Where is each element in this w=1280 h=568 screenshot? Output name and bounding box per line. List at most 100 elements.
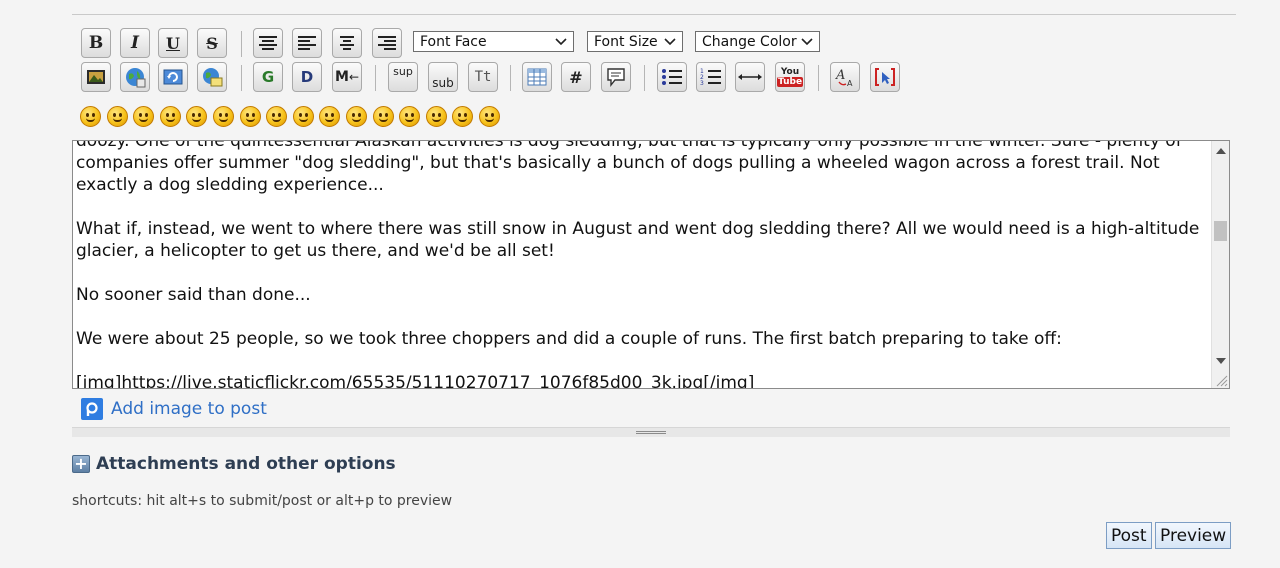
smiley-icon[interactable] <box>346 106 367 127</box>
more-button[interactable]: M ← <box>332 62 362 92</box>
align-middle-button[interactable] <box>332 28 362 58</box>
align-left-icon <box>298 36 316 50</box>
message-text[interactable]: doozy. One of the quintessential Alaskan… <box>76 141 1208 388</box>
google-button[interactable]: G <box>253 62 283 92</box>
table-button[interactable] <box>522 62 552 92</box>
table-icon <box>527 68 547 86</box>
add-image-label: Add image to post <box>111 399 267 419</box>
bulleted-list-button[interactable] <box>657 62 687 92</box>
add-image-link[interactable]: Add image to post <box>81 397 267 421</box>
hash-button[interactable]: # <box>561 62 591 92</box>
align-right-button[interactable] <box>372 28 402 58</box>
align-left-button[interactable] <box>292 28 322 58</box>
smiley-icon[interactable] <box>372 106 394 127</box>
svg-text:A: A <box>847 79 853 88</box>
scroll-up-arrow-icon[interactable] <box>1216 148 1226 154</box>
chevron-down-icon <box>555 37 567 45</box>
smiley-icon[interactable] <box>425 106 447 127</box>
link-button[interactable] <box>120 62 150 92</box>
spellcheck-button[interactable]: AA <box>830 62 860 92</box>
change-color-select[interactable]: Change Color <box>695 31 820 52</box>
superscript-icon: sup <box>393 65 413 78</box>
bold-button[interactable]: B <box>81 28 111 58</box>
align-center-button[interactable] <box>253 28 283 58</box>
youtube-tube-label: Tube <box>776 77 804 87</box>
preview-button[interactable]: Preview <box>1155 522 1232 549</box>
toolbar-separator <box>241 65 242 91</box>
subscript-button[interactable]: sub <box>428 62 458 92</box>
editor-scrollbar[interactable] <box>1211 141 1229 388</box>
font-face-label: Font Face <box>420 33 487 50</box>
underline-button[interactable]: U <box>158 28 188 58</box>
typewriter-icon: Tt <box>474 69 492 85</box>
typewriter-button[interactable]: Tt <box>468 62 498 92</box>
strikethrough-label: S <box>206 33 218 53</box>
smiley-icon[interactable] <box>186 106 208 127</box>
youtube-icon: You <box>780 67 800 77</box>
refresh-link-button[interactable] <box>158 62 188 92</box>
italic-button[interactable]: I <box>120 28 150 58</box>
chevron-down-icon <box>664 37 676 45</box>
subscript-icon: sub <box>432 76 454 90</box>
align-center-icon <box>259 36 277 50</box>
message-editor[interactable]: doozy. One of the quintessential Alaskan… <box>72 140 1230 389</box>
resize-handle-line <box>636 431 666 432</box>
smiley-icon[interactable] <box>106 106 128 127</box>
remove-format-icon <box>875 68 895 86</box>
chevron-down-icon <box>801 37 813 45</box>
top-divider <box>72 14 1236 15</box>
smiley-icon[interactable] <box>80 106 101 127</box>
youtube-button[interactable]: You Tube <box>775 62 805 92</box>
resize-handle-line <box>636 433 666 434</box>
expand-plus-icon: + <box>72 455 90 473</box>
change-color-label: Change Color <box>702 33 797 50</box>
smiley-icon[interactable] <box>399 106 421 127</box>
refresh-icon <box>163 69 183 85</box>
image-button[interactable] <box>81 62 111 92</box>
attachments-label: Attachments and other options <box>96 454 396 474</box>
numbered-list-button[interactable]: 123 <box>696 62 726 92</box>
svg-text:3: 3 <box>700 80 704 87</box>
font-face-select[interactable]: Font Face <box>413 31 574 52</box>
underline-label: U <box>166 33 180 53</box>
editor-resize-bar[interactable] <box>72 427 1230 437</box>
smiley-icon[interactable] <box>292 106 314 127</box>
smiley-icon[interactable] <box>319 106 341 127</box>
horizontal-rule-icon <box>738 74 762 80</box>
smiley-icon[interactable] <box>479 106 500 127</box>
bold-label: B <box>88 33 104 53</box>
smiley-icon[interactable] <box>213 106 234 127</box>
dictionary-icon: D <box>300 68 314 86</box>
strikethrough-button[interactable]: S <box>197 28 227 58</box>
dictionary-button[interactable]: D <box>292 62 322 92</box>
email-link-button[interactable] <box>197 62 227 92</box>
bullet-list-icon <box>662 69 682 85</box>
smiley-icon[interactable] <box>133 106 155 127</box>
more-icon: M <box>335 69 349 85</box>
post-button[interactable]: Post <box>1106 522 1152 549</box>
shortcuts-hint: shortcuts: hit alt+s to submit/post or a… <box>72 493 453 509</box>
speech-bubble-icon <box>607 68 625 87</box>
font-size-label: Font Size <box>594 33 658 50</box>
horizontal-rule-button[interactable] <box>735 62 765 92</box>
postimage-icon <box>81 398 103 420</box>
smiley-icon[interactable] <box>239 106 261 127</box>
arrow-left-icon: ← <box>348 70 359 84</box>
italic-label: I <box>131 33 139 53</box>
scroll-thumb[interactable] <box>1214 221 1227 241</box>
quote-button[interactable] <box>601 62 631 92</box>
smiley-icon[interactable] <box>159 106 181 127</box>
spellcheck-icon: AA <box>835 68 853 88</box>
remove-format-button[interactable] <box>870 62 900 92</box>
attachments-toggle[interactable]: + Attachments and other options <box>72 454 396 474</box>
toolbar-separator <box>241 31 242 57</box>
resize-grip-icon[interactable] <box>1214 373 1228 387</box>
superscript-button[interactable]: sup <box>388 62 418 92</box>
smiley-icon[interactable] <box>452 106 474 127</box>
smiley-icon[interactable] <box>266 106 288 127</box>
font-size-select[interactable]: Font Size <box>587 31 683 52</box>
image-icon <box>87 70 105 84</box>
scroll-down-arrow-icon[interactable] <box>1216 358 1226 364</box>
google-icon: G <box>261 68 275 86</box>
align-right-icon <box>378 36 396 50</box>
